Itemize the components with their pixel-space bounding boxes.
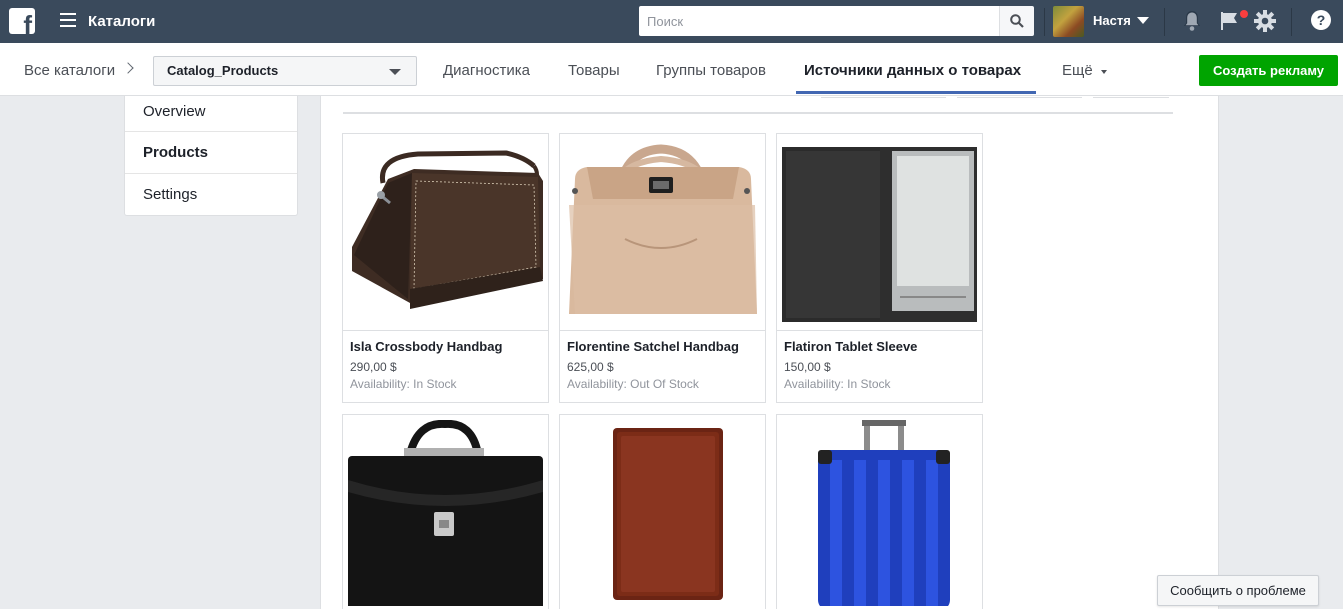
product-card[interactable] [776, 414, 983, 609]
product-image [348, 420, 543, 606]
chevron-down-icon[interactable] [1137, 17, 1149, 24]
help-icon[interactable]: ? [1311, 10, 1331, 30]
catalog-select[interactable]: Catalog_Products [153, 56, 417, 86]
active-tab-indicator [796, 91, 1036, 94]
main-panel: Isla Crossbody Handbag 290,00 $ Availabi… [320, 96, 1219, 609]
divider [1164, 8, 1165, 36]
tab-diagnostics[interactable]: Диагностика [443, 62, 530, 79]
product-info: Flatiron Tablet Sleeve 150,00 $ Availabi… [777, 330, 982, 391]
divider [1291, 8, 1292, 36]
product-image [782, 139, 977, 325]
product-availability: Availability: In Stock [784, 377, 891, 391]
product-name: Florentine Satchel Handbag [567, 339, 739, 354]
product-info: Isla Crossbody Handbag 290,00 $ Availabi… [343, 330, 548, 391]
report-problem-button[interactable]: Сообщить о проблеме [1157, 575, 1319, 606]
divider [1044, 8, 1045, 36]
product-info: Florentine Satchel Handbag 625,00 $ Avai… [560, 330, 765, 391]
facebook-logo-icon[interactable]: f [9, 8, 35, 34]
top-bar: f Каталоги Настя ? [0, 0, 1343, 43]
create-ad-button[interactable]: Создать рекламу [1199, 55, 1338, 86]
product-availability: Availability: Out Of Stock [567, 377, 699, 391]
menu-icon[interactable] [60, 13, 76, 27]
product-price: 150,00 $ [784, 360, 831, 374]
tab-product-sets[interactable]: Группы товаров [656, 62, 766, 79]
partial-control [821, 96, 946, 98]
search-input[interactable] [639, 6, 1000, 36]
tab-products[interactable]: Товары [568, 62, 620, 79]
product-card[interactable] [342, 414, 549, 609]
product-card[interactable]: Flatiron Tablet Sleeve 150,00 $ Availabi… [776, 133, 983, 403]
product-availability: Availability: In Stock [350, 377, 457, 391]
product-price: 290,00 $ [350, 360, 397, 374]
chevron-right-icon [122, 62, 134, 74]
notification-badge [1240, 10, 1248, 18]
product-name: Isla Crossbody Handbag [350, 339, 503, 354]
product-name: Flatiron Tablet Sleeve [784, 339, 918, 354]
app-title[interactable]: Каталоги [88, 13, 155, 30]
gear-icon[interactable] [1254, 10, 1276, 32]
chevron-down-icon [1101, 70, 1107, 74]
product-image [348, 139, 543, 325]
search-icon [1010, 14, 1024, 28]
product-image [565, 139, 760, 325]
tab-product-data-sources[interactable]: Источники данных о товарах [804, 62, 1021, 79]
left-sidebar: Overview Products Settings [124, 96, 298, 216]
avatar[interactable] [1053, 6, 1084, 37]
flag-icon[interactable] [1219, 10, 1241, 32]
product-image [782, 420, 977, 606]
sidebar-item-settings[interactable]: Settings [125, 174, 297, 216]
search-button[interactable] [999, 6, 1034, 36]
product-card[interactable]: Florentine Satchel Handbag 625,00 $ Avai… [559, 133, 766, 403]
breadcrumb-all-catalogs[interactable]: Все каталоги [24, 62, 115, 79]
catalog-navbar: Все каталоги Catalog_Products Диагностик… [0, 43, 1343, 96]
partial-control [1093, 96, 1169, 98]
catalog-select-value: Catalog_Products [167, 63, 279, 78]
chevron-down-icon [389, 69, 401, 75]
user-name[interactable]: Настя [1093, 13, 1131, 28]
partial-control [957, 96, 1082, 98]
divider [343, 112, 1173, 114]
product-image [565, 420, 760, 606]
product-card[interactable]: Isla Crossbody Handbag 290,00 $ Availabi… [342, 133, 549, 403]
product-card[interactable] [559, 414, 766, 609]
product-price: 625,00 $ [567, 360, 614, 374]
bell-icon[interactable] [1182, 10, 1202, 32]
tab-more[interactable]: Ещё [1062, 62, 1093, 79]
sidebar-item-overview[interactable]: Overview [125, 96, 297, 132]
sidebar-item-products[interactable]: Products [125, 132, 297, 174]
